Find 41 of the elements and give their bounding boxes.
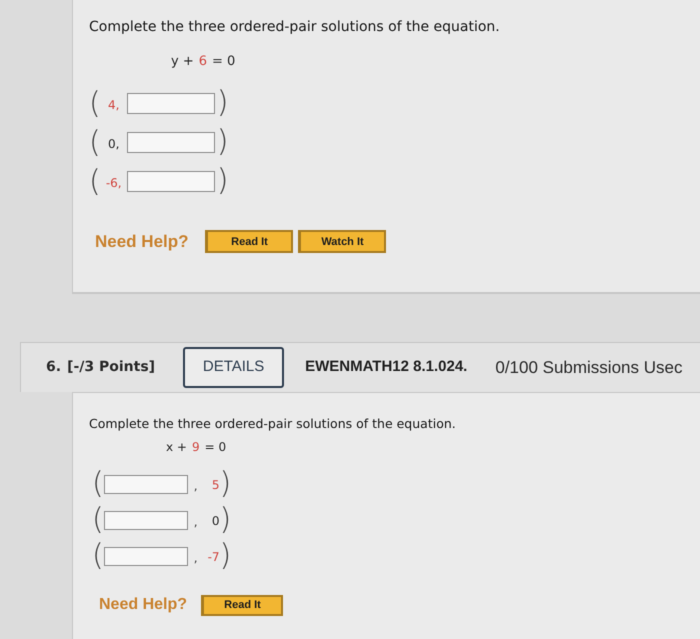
help-button[interactable]: Read It: [201, 594, 283, 616]
answer-box[interactable]: [104, 510, 188, 530]
answer-box[interactable]: [104, 474, 188, 494]
answer-box[interactable]: [126, 171, 215, 192]
given-value: 5: [212, 477, 220, 494]
question-number: 6.: [46, 358, 62, 377]
parenthesis: ): [216, 163, 228, 198]
equation: y + 6 = 0: [171, 54, 236, 69]
comma: ,: [194, 514, 198, 531]
answer-box[interactable]: [126, 93, 215, 114]
answer-box[interactable]: [104, 546, 188, 566]
parenthesis: (: [92, 505, 104, 535]
parenthesis: ): [220, 541, 232, 571]
need-help-label: Need Help?: [95, 231, 190, 253]
parenthesis: (: [89, 128, 101, 158]
help-button[interactable]: Watch It: [298, 230, 386, 254]
question-prompt: Complete the three ordered-pair solutions of the equation.: [89, 18, 501, 36]
given-value: -7: [208, 549, 220, 566]
given-value: 4,: [108, 96, 120, 114]
question-prompt: Complete the three ordered-pair solutions of the equation.: [89, 415, 457, 432]
parenthesis: ): [220, 505, 232, 535]
given-value: 0,: [108, 136, 120, 152]
given-value: -6,: [106, 174, 122, 192]
details-button[interactable]: DETAILS: [183, 347, 284, 388]
comma: ,: [194, 478, 198, 495]
parenthesis: (: [92, 469, 104, 499]
parenthesis: (: [89, 166, 101, 196]
answer-box[interactable]: [126, 132, 215, 153]
help-button[interactable]: Read It: [205, 230, 293, 254]
comma: ,: [194, 550, 198, 567]
parenthesis: ): [216, 85, 228, 120]
given-value: 0: [212, 513, 220, 530]
parenthesis: ): [216, 124, 228, 159]
parenthesis: (: [89, 88, 101, 118]
points-label: [-/3 Points]: [67, 358, 156, 377]
equation: x + 9 = 0: [166, 440, 226, 454]
parenthesis: ): [220, 469, 232, 499]
parenthesis: (: [92, 541, 104, 571]
submissions-count: 0/100 Submissions Usec: [495, 356, 682, 379]
need-help-label: Need Help?: [99, 595, 188, 615]
problem-id: EWENMATH12 8.1.024.: [305, 357, 468, 378]
